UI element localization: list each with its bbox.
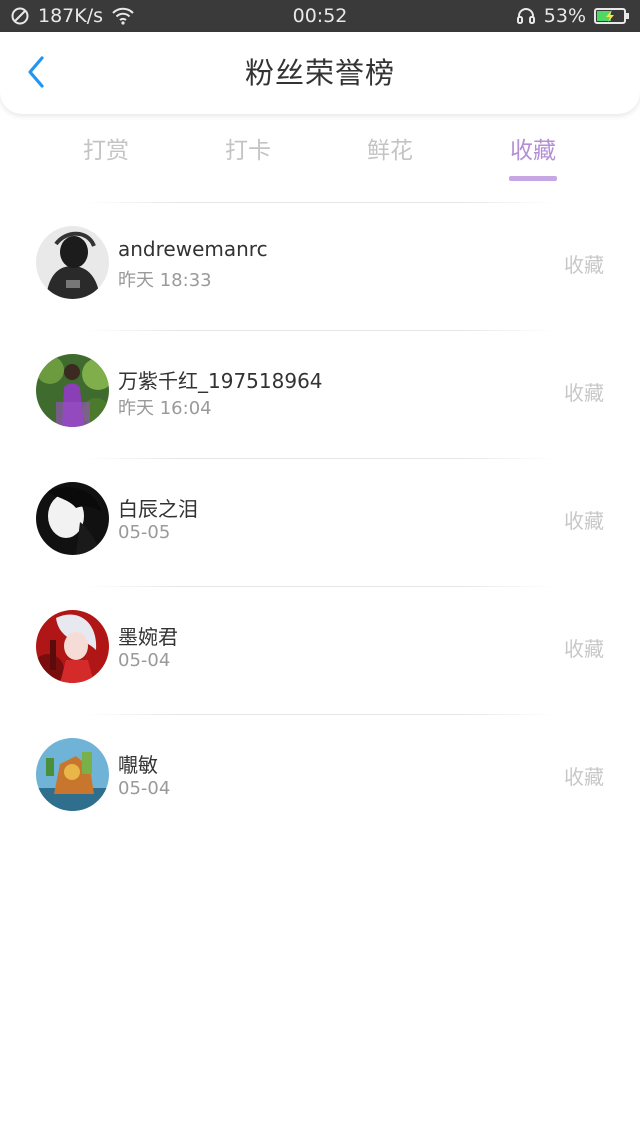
timestamp: 05-05 <box>118 522 171 543</box>
timestamp: 昨天 18:33 <box>118 270 212 291</box>
avatar[interactable] <box>36 738 109 811</box>
tab-reward[interactable]: 打赏 <box>35 126 177 182</box>
headset-icon <box>516 6 536 26</box>
user-name: 𡃁敏 <box>118 753 158 777</box>
list-item[interactable]: 万紫千红_197518964 昨天 16:04 收藏 <box>0 331 640 458</box>
list-item[interactable]: 墨婉君 05-04 收藏 <box>0 587 640 714</box>
avatar[interactable] <box>36 482 109 555</box>
page-title: 粉丝荣誉榜 <box>244 56 395 90</box>
tab-favorites[interactable]: 收藏 <box>462 126 604 182</box>
user-name: 墨婉君 <box>118 625 178 649</box>
battery-percent: 53% <box>543 5 586 27</box>
active-tab-indicator <box>509 176 557 181</box>
avatar[interactable] <box>36 610 109 683</box>
status-bar-right: 53% <box>516 0 630 32</box>
battery-charging-icon <box>594 6 630 26</box>
avatar[interactable] <box>36 226 109 299</box>
timestamp: 05-04 <box>118 778 171 799</box>
favorite-label: 收藏 <box>564 637 604 661</box>
user-name: 万紫千红_197518964 <box>118 369 323 393</box>
list-item[interactable]: 白辰之泪 05-05 收藏 <box>0 459 640 586</box>
favorite-label: 收藏 <box>564 381 604 405</box>
user-name: andrewemanrc <box>118 237 268 261</box>
header: 粉丝荣誉榜 <box>0 32 640 114</box>
avatar[interactable] <box>36 354 109 427</box>
timestamp: 05-04 <box>118 650 171 671</box>
timestamp: 昨天 16:04 <box>118 398 212 419</box>
favorite-label: 收藏 <box>564 253 604 277</box>
user-name: 白辰之泪 <box>118 497 198 521</box>
tab-flowers[interactable]: 鲜花 <box>319 126 461 182</box>
list-item[interactable]: 𡃁敏 05-04 收藏 <box>0 715 640 842</box>
list-item[interactable]: andrewemanrc 昨天 18:33 收藏 <box>0 203 640 330</box>
status-bar: 187K/s 00:52 53% <box>0 0 640 32</box>
fan-list: andrewemanrc 昨天 18:33 收藏 万紫千红_197518964 … <box>0 202 640 842</box>
favorite-label: 收藏 <box>564 509 604 533</box>
favorite-label: 收藏 <box>564 765 604 789</box>
tab-checkin[interactable]: 打卡 <box>177 126 319 182</box>
